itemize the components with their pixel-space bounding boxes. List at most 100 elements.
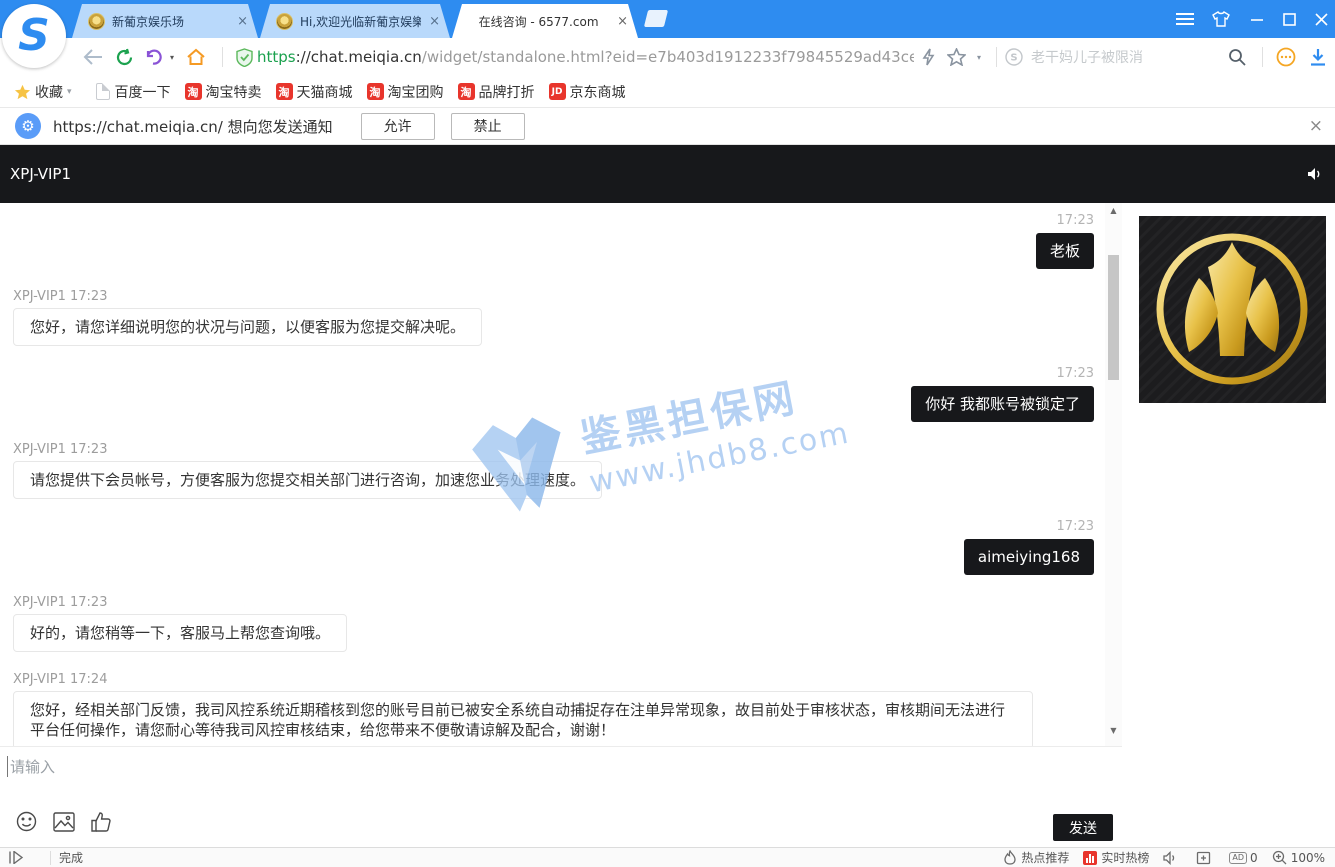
hot-list-item[interactable]: 实时热榜	[1083, 849, 1149, 866]
bar-chart-icon	[1083, 851, 1097, 865]
tab-xinpujing-casino[interactable]: 新葡京娱乐场 ×	[72, 4, 258, 38]
agent-message: XPJ-VIP1 17:23 请您提供下会员帐号，方便客服为您提交相关部门进行咨…	[13, 442, 1094, 499]
image-upload-icon[interactable]	[53, 812, 75, 836]
scrollbar-thumb[interactable]	[1108, 255, 1119, 380]
allow-button[interactable]: 允许	[361, 113, 435, 140]
agent-message: XPJ-VIP1 17:24 您好，经相关部门反馈，我司风控系统近期稽核到您的账…	[13, 672, 1094, 746]
bookmark-taobao-sale[interactable]: 淘 淘宝特卖	[185, 82, 262, 102]
navigation-toolbar: ▾ https://chat.meiqia.cn/widget/standalo…	[0, 38, 1335, 76]
gold-brand-logo	[1139, 216, 1326, 403]
close-window-icon[interactable]	[1304, 0, 1335, 38]
undo-dropdown-caret[interactable]: ▾	[166, 53, 178, 62]
chat-sidebar	[1122, 203, 1335, 847]
tab-close-icon[interactable]: ×	[429, 14, 440, 29]
chat-agent-title: XPJ-VIP1	[10, 165, 71, 183]
message-bubble: 请您提供下会员帐号，方便客服为您提交相关部门进行咨询，加速您业务处理速度。	[13, 461, 602, 499]
scroll-down-arrow-icon[interactable]: ▼	[1105, 723, 1122, 738]
sound-icon[interactable]	[1163, 851, 1182, 865]
sogou-browser-logo[interactable]: S	[2, 4, 66, 68]
message-input-placeholder[interactable]: 请输入	[7, 756, 55, 777]
visitor-message: 17:23 老板	[13, 213, 1094, 269]
tab-title: 新葡京娱乐场	[112, 13, 229, 30]
bookmarks-bar: 收藏 ▾ 百度一下 淘 淘宝特卖 淘 天猫商城 淘 淘宝团购 淘 品牌打折 JD…	[0, 76, 1335, 108]
hot-recommend-item[interactable]: 热点推荐	[1003, 849, 1069, 866]
jd-icon: JD	[549, 83, 566, 100]
star-icon	[14, 84, 31, 100]
favorite-star-icon[interactable]	[942, 48, 970, 66]
home-icon[interactable]	[178, 48, 214, 66]
search-placeholder: 老干妈儿子被限消	[1031, 47, 1220, 67]
menu-icon[interactable]	[1168, 0, 1202, 38]
chat-input-area[interactable]: 请输入 发送	[0, 746, 1122, 847]
send-button[interactable]: 发送	[1053, 814, 1113, 841]
tab-online-consult-active[interactable]: 在线咨询 - 6577.com ×	[452, 4, 638, 38]
bookmark-favorites[interactable]: 收藏 ▾	[14, 82, 72, 102]
lightning-accelerate-icon[interactable]	[914, 48, 942, 66]
bookmark-brand-discount[interactable]: 淘 品牌打折	[458, 82, 535, 102]
message-bubble: 你好 我都账号被锁定了	[911, 386, 1094, 422]
chat-scrollbar[interactable]: ▲ ▼	[1105, 203, 1122, 746]
thumbs-up-icon[interactable]	[91, 811, 111, 836]
emoji-icon[interactable]	[16, 811, 37, 836]
tab-welcome-xinpujing[interactable]: Hi,欢迎光临新葡京娱樂場 ×	[260, 4, 450, 38]
bookmark-tmall[interactable]: 淘 天猫商城	[276, 82, 353, 102]
bookmark-jd[interactable]: JD 京东商城	[549, 82, 626, 102]
bookmark-label: 百度一下	[115, 82, 171, 102]
message-time: 17:23	[1057, 519, 1094, 534]
bookmark-label: 收藏	[35, 82, 63, 102]
bookmark-baidu[interactable]: 百度一下	[96, 82, 171, 102]
agent-message: XPJ-VIP1 17:23 好的，请您稍等一下，客服马上帮您查询哦。	[13, 595, 1094, 652]
bookmark-taobao-group[interactable]: 淘 淘宝团购	[367, 82, 444, 102]
svg-text:S: S	[1010, 53, 1017, 64]
back-icon[interactable]	[78, 49, 108, 65]
new-tab-button[interactable]	[644, 10, 668, 27]
deny-button[interactable]: 禁止	[451, 113, 525, 140]
zoom-plus-icon	[1272, 850, 1287, 865]
search-box[interactable]: S 老干妈儿子被限消	[1005, 47, 1220, 67]
close-icon[interactable]: ×	[1309, 116, 1323, 136]
message-sender-time: XPJ-VIP1 17:24	[13, 672, 107, 687]
search-icon[interactable]	[1220, 48, 1254, 66]
zoom-control[interactable]: 100%	[1272, 850, 1325, 865]
maximize-icon[interactable]	[1272, 0, 1306, 38]
message-time: 17:23	[1057, 213, 1094, 228]
taobao-icon: 淘	[458, 83, 475, 100]
tab-close-icon[interactable]: ×	[237, 14, 248, 29]
message-bubble: 好的，请您稍等一下，客服马上帮您查询哦。	[13, 614, 347, 652]
notification-text: https://chat.meiqia.cn/ 想向您发送通知	[53, 116, 333, 137]
message-sender-time: XPJ-VIP1 17:23	[13, 595, 107, 610]
taobao-icon: 淘	[276, 83, 293, 100]
refresh-icon[interactable]	[108, 48, 140, 67]
divider	[222, 47, 223, 67]
visitor-message: 17:23 aimeiying168	[13, 519, 1094, 575]
divider	[50, 851, 51, 865]
scroll-up-arrow-icon[interactable]: ▲	[1105, 203, 1122, 218]
extensions-smiley-icon[interactable]	[1271, 47, 1301, 67]
ad-block-count: 0	[1250, 851, 1258, 865]
ad-block-item[interactable]: AD 0	[1229, 851, 1257, 865]
ad-icon: AD	[1229, 852, 1247, 864]
site-security-shield-icon[interactable]	[231, 48, 257, 67]
minimize-icon[interactable]	[1240, 0, 1274, 38]
bookmark-label: 品牌打折	[479, 82, 535, 102]
url-host: ://chat.meiqia.cn	[296, 48, 422, 66]
zoom-level-label: 100%	[1291, 851, 1325, 865]
tab-close-icon[interactable]: ×	[617, 14, 628, 29]
flame-icon	[1003, 850, 1017, 865]
message-sender-time: XPJ-VIP1 17:23	[13, 289, 107, 304]
star-dropdown-caret[interactable]: ▾	[970, 53, 988, 62]
message-bubble: 您好，请您详细说明您的状况与问题，以便客服为您提交解决呢。	[13, 308, 482, 346]
address-bar[interactable]: https://chat.meiqia.cn/widget/standalone…	[257, 48, 914, 66]
divider	[1262, 47, 1263, 67]
page-turn-icon[interactable]	[8, 851, 28, 864]
undo-icon[interactable]	[140, 48, 166, 66]
sound-toggle-icon[interactable]	[1307, 166, 1323, 182]
screenshot-icon[interactable]	[1196, 851, 1215, 865]
download-icon[interactable]	[1301, 48, 1335, 66]
hot-recommend-label: 热点推荐	[1021, 849, 1069, 866]
chat-message-list[interactable]: 17:23 老板 XPJ-VIP1 17:23 您好，请您详细说明您的状况与问题…	[0, 203, 1105, 746]
browser-statusbar: 完成 热点推荐 实时热榜 AD 0 100%	[0, 847, 1335, 867]
sogou-search-logo-icon: S	[1005, 48, 1023, 66]
skin-theme-icon[interactable]	[1204, 0, 1238, 38]
status-done-label: 完成	[59, 849, 83, 866]
